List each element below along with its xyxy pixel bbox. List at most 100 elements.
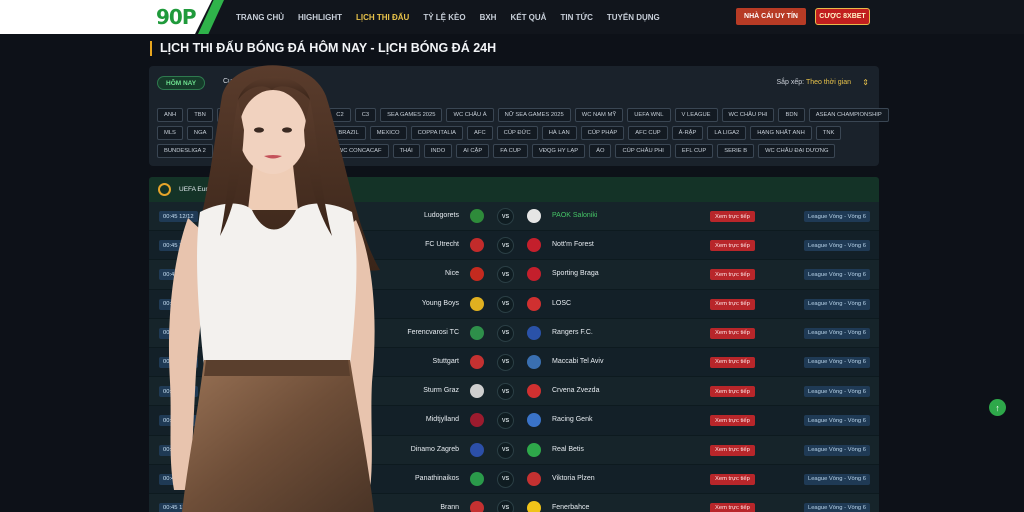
league-tag[interactable]: EFL CUP — [674, 144, 714, 158]
round-badge: League Vòng - Vòng 6 — [803, 502, 870, 512]
league-tag[interactable]: CÚP PHÁP — [580, 126, 625, 140]
away-team-name: LOSC — [552, 299, 572, 307]
round-badge: League Vòng - Vòng 6 — [803, 444, 870, 456]
sort-value[interactable]: Theo thời gian — [806, 79, 851, 86]
league-tag[interactable]: VĐQG HY LẠP — [531, 144, 586, 158]
sort-control[interactable]: Sắp xếp: Theo thời gian — [776, 79, 851, 86]
vs-icon: VS — [497, 353, 514, 371]
cuoc-8xbet-button[interactable]: CƯỢC 8XBET — [815, 8, 870, 25]
away-team-logo-icon — [527, 500, 541, 512]
away-team-name: Viktoria Plzen — [552, 474, 595, 482]
league-tag[interactable]: UEFA WNL — [627, 108, 671, 122]
league-tag[interactable]: FA CUP — [493, 144, 528, 158]
nav-item[interactable]: TIN TỨC — [560, 13, 592, 22]
league-tag[interactable]: AFC — [467, 126, 493, 140]
league-tag[interactable]: INDO — [423, 144, 453, 158]
watch-live-button[interactable]: Xem trực tiếp — [710, 444, 755, 456]
league-tag[interactable]: LA LIGA2 — [707, 126, 747, 140]
league-tag[interactable]: WC CHÂU ĐẠI DƯƠNG — [758, 144, 836, 158]
away-team-name: Maccabi Tel Aviv — [552, 357, 604, 365]
round-badge: League Vòng - Vòng 6 — [803, 386, 870, 398]
league-tag[interactable]: BDN — [778, 108, 805, 122]
watch-live-button[interactable]: Xem trực tiếp — [710, 356, 755, 368]
league-tag[interactable]: SERIE B — [717, 144, 755, 158]
nav-item[interactable]: BXH — [480, 13, 497, 22]
league-tag[interactable]: Ả-RẬP — [671, 126, 704, 140]
nav-item[interactable]: LỊCH THI ĐẤU — [356, 13, 409, 22]
away-team-logo-icon — [527, 354, 541, 369]
home-team-logo-icon — [470, 296, 484, 311]
nav-item[interactable]: TRANG CHỦ — [236, 13, 284, 22]
league-tag[interactable]: ASEAN CHAMPIONSHIP — [808, 108, 889, 122]
league-tag[interactable]: ÁO — [589, 144, 612, 158]
league-tag[interactable]: THÁI — [392, 144, 420, 158]
league-tag[interactable]: COPPA ITALIA — [410, 126, 464, 140]
home-team-name: Sturm Graz — [423, 387, 459, 395]
league-tag[interactable]: WC NAM MỸ — [574, 108, 624, 122]
watch-live-button[interactable]: Xem trực tiếp — [710, 298, 755, 310]
away-team-name: Real Betis — [552, 445, 584, 453]
vs-icon: VS — [497, 324, 514, 342]
away-team-name: Nott'm Forest — [552, 241, 594, 249]
watch-live-button[interactable]: Xem trực tiếp — [710, 473, 755, 485]
site-logo[interactable]: 90P — [156, 5, 196, 29]
league-tag[interactable]: V LEAGUE — [674, 108, 718, 122]
watch-live-button[interactable]: Xem trực tiếp — [710, 386, 755, 398]
watch-live-button[interactable]: Xem trực tiếp — [710, 502, 755, 512]
watch-live-button[interactable]: Xem trực tiếp — [710, 327, 755, 339]
home-team-name: Ferencvarosi TC — [407, 328, 459, 336]
watch-live-button[interactable]: Xem trực tiếp — [710, 415, 755, 427]
home-team-logo-icon — [470, 267, 484, 282]
top-header: 90P TRANG CHỦ HIGHLIGHT LỊCH THI ĐẤU TỶ LỆ … — [0, 0, 1024, 34]
league-tag[interactable]: WC CHÂU PHI — [721, 108, 775, 122]
league-tag[interactable]: WC CHÂU Á — [446, 108, 494, 122]
vs-icon: VS — [497, 441, 514, 459]
league-tag[interactable]: AI CẬP — [456, 144, 490, 158]
league-tag[interactable]: AFC CUP — [628, 126, 668, 140]
watch-live-button[interactable]: Xem trực tiếp — [710, 240, 755, 252]
nav-item[interactable]: KẾT QUẢ — [510, 13, 546, 22]
home-team-logo-icon — [470, 325, 484, 340]
round-badge: League Vòng - Vòng 6 — [803, 211, 870, 222]
home-team-name: FC Utrecht — [425, 241, 459, 249]
home-team-logo-icon — [470, 209, 484, 223]
away-team-name: Sporting Braga — [552, 270, 599, 278]
league-tag[interactable]: NỮ SEA GAMES 2025 — [497, 108, 571, 122]
away-team-logo-icon — [527, 267, 541, 282]
main-nav: TRANG CHỦ HIGHLIGHT LỊCH THI ĐẤU TỶ LỆ KÈO B… — [236, 0, 674, 34]
vs-icon: VS — [497, 470, 514, 488]
watch-live-button[interactable]: Xem trực tiếp — [710, 269, 755, 281]
away-team-logo-icon — [527, 296, 541, 311]
league-tag[interactable]: HẠNG NHẤT ANH — [750, 126, 812, 140]
league-tag[interactable]: CÚP CHÂU PHI — [615, 144, 671, 158]
round-badge: League Vòng - Vòng 6 — [803, 269, 870, 281]
home-team-name: Nice — [444, 270, 459, 278]
vs-icon: VS — [497, 208, 514, 225]
away-team-logo-icon — [527, 471, 541, 486]
watch-live-button[interactable]: Xem trực tiếp — [710, 211, 755, 222]
home-team-name: Midtjylland — [425, 416, 459, 424]
home-team-name: Brann — [440, 503, 459, 511]
home-team-logo-icon — [470, 471, 484, 486]
away-team-logo-icon — [527, 384, 541, 399]
league-tag[interactable]: CÚP ĐỨC — [496, 126, 538, 140]
home-team-logo-icon — [470, 500, 484, 512]
league-tag[interactable]: HÀ LAN — [541, 126, 577, 140]
sort-caret-icon[interactable]: ⇕ — [862, 78, 869, 87]
nhacai-uytin-button[interactable]: NHÀ CÁI UY TÍN — [736, 8, 806, 25]
away-team-name: Crvena Zvezda — [552, 387, 600, 395]
vs-icon: VS — [497, 412, 514, 430]
round-badge: League Vòng - Vòng 6 — [803, 356, 870, 368]
back-to-top-button[interactable]: ↑ — [989, 399, 1006, 416]
round-badge: League Vòng - Vòng 6 — [803, 327, 870, 339]
nav-item[interactable]: HIGHLIGHT — [298, 13, 342, 22]
home-team-logo-icon — [470, 238, 484, 253]
nav-item[interactable]: TUYỂN DỤNG — [607, 13, 660, 22]
league-tag[interactable]: TNK — [815, 126, 842, 140]
vs-icon: VS — [497, 499, 514, 512]
nav-item[interactable]: TỶ LỆ KÈO — [423, 13, 465, 22]
home-team-logo-icon — [470, 413, 484, 428]
sort-label: Sắp xếp: — [776, 79, 805, 86]
away-team-name: Racing Genk — [552, 416, 593, 424]
home-team-logo-icon — [470, 384, 484, 399]
